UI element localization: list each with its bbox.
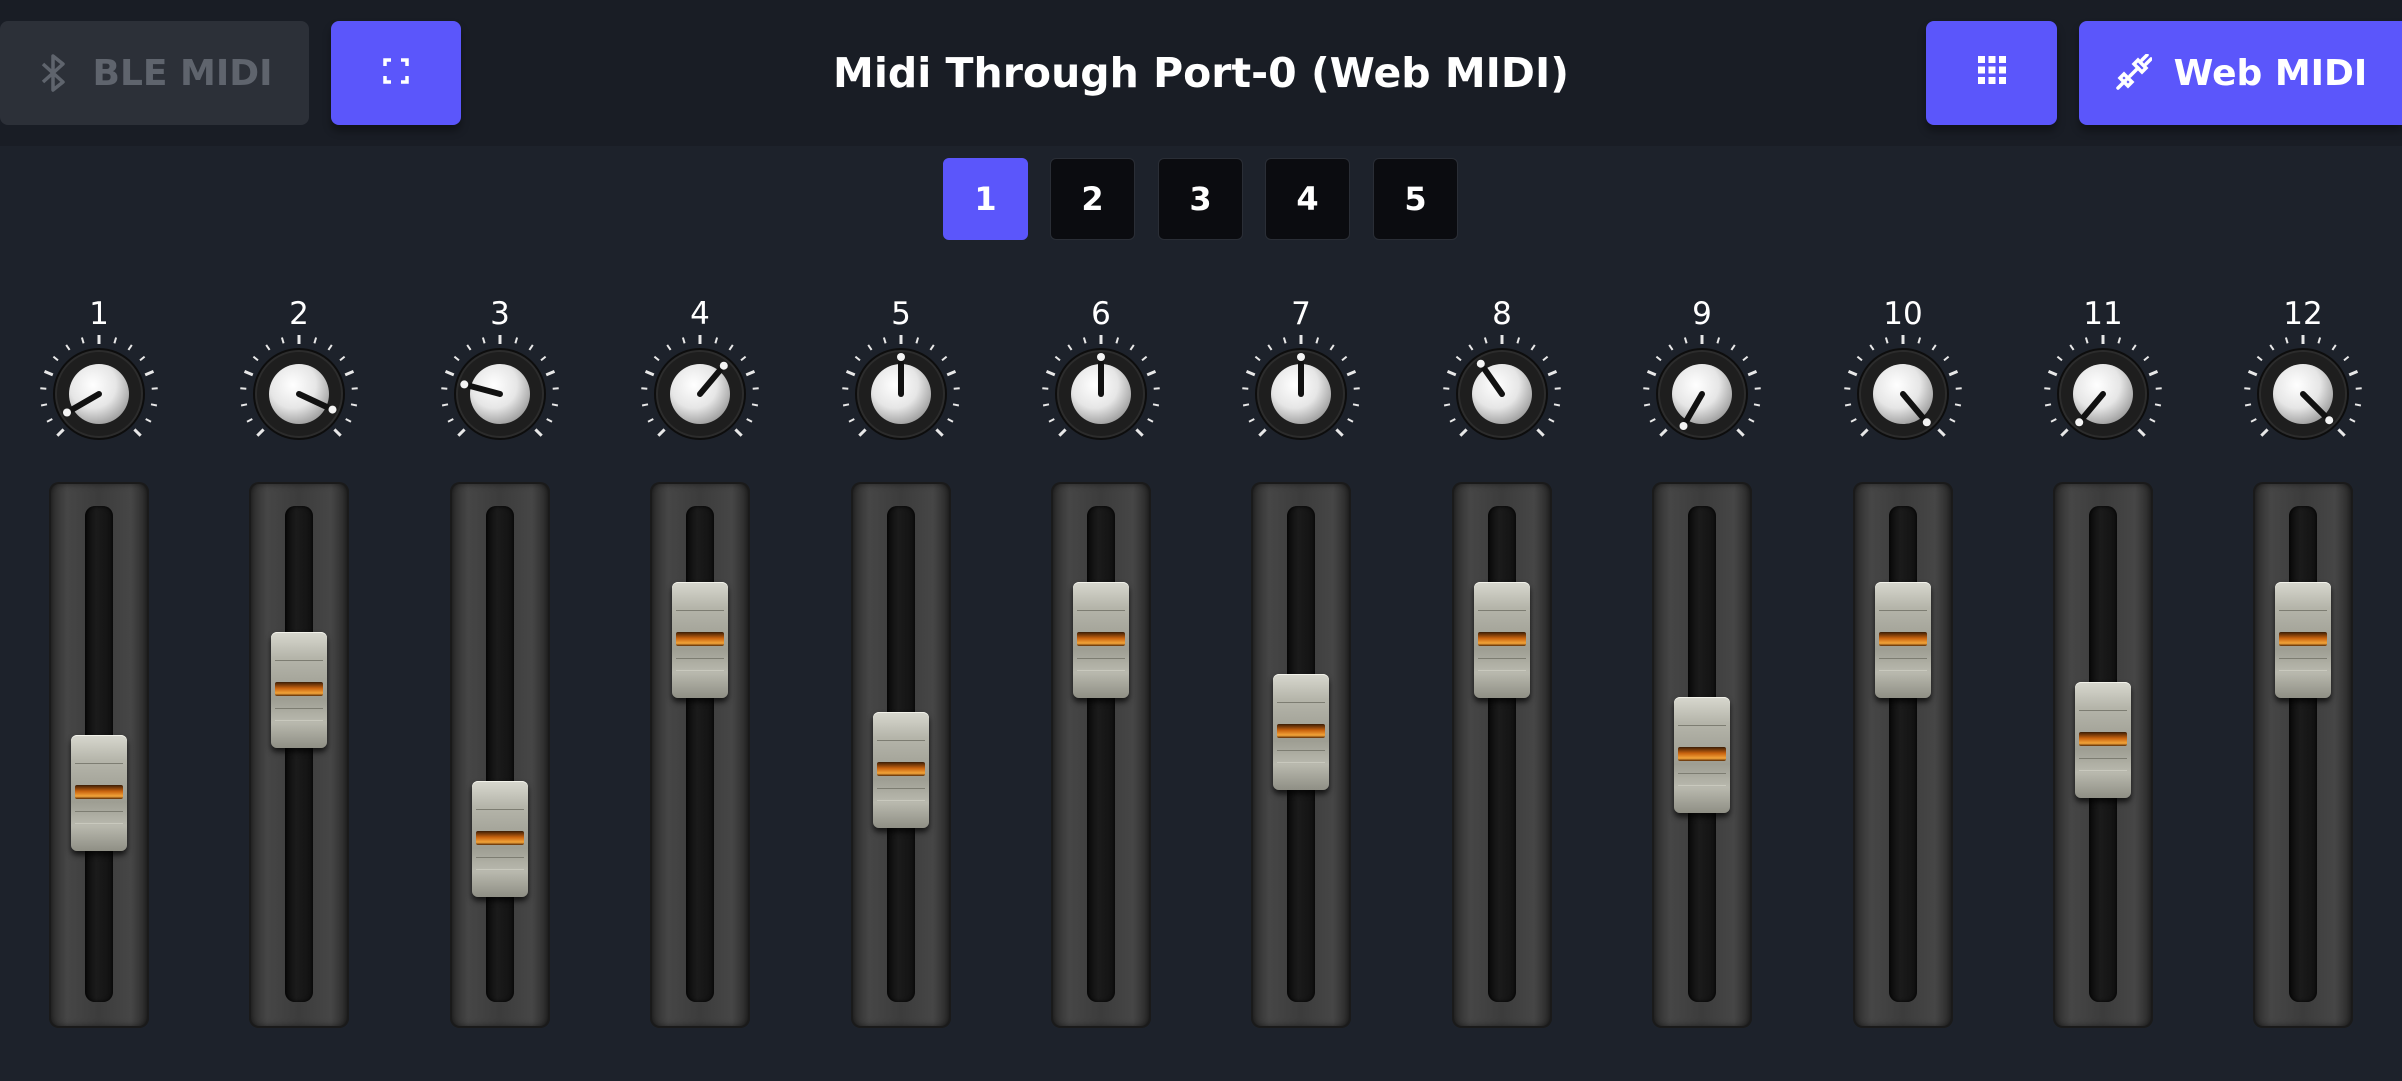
- channel-number: 1: [89, 296, 109, 332]
- fullscreen-icon: [382, 53, 410, 94]
- page-button-4[interactable]: 4: [1265, 158, 1350, 240]
- rotary-knob[interactable]: [2243, 334, 2363, 454]
- fader-track[interactable]: [1853, 482, 1953, 1028]
- fader-handle[interactable]: [672, 582, 728, 698]
- fader-handle[interactable]: [2275, 582, 2331, 698]
- page-button-1[interactable]: 1: [943, 158, 1028, 240]
- fader-slot: [686, 506, 714, 1002]
- ble-midi-label: BLE MIDI: [92, 52, 273, 94]
- channel-number: 12: [2283, 296, 2323, 332]
- rotary-knob[interactable]: [1041, 334, 1161, 454]
- fader-handle[interactable]: [1875, 582, 1931, 698]
- fader-track[interactable]: [851, 482, 951, 1028]
- channel-number: 8: [1492, 296, 1512, 332]
- channel-11: 11: [2043, 290, 2163, 1030]
- fader-track[interactable]: [49, 482, 149, 1028]
- channel-number: 3: [490, 296, 510, 332]
- rotary-knob[interactable]: [2043, 334, 2163, 454]
- rotary-knob[interactable]: [640, 334, 760, 454]
- channel-3: 3: [440, 290, 560, 1030]
- rotary-knob[interactable]: [239, 334, 359, 454]
- fader-handle[interactable]: [2075, 682, 2131, 798]
- grid-icon: [1977, 53, 2007, 94]
- fader-track[interactable]: [1251, 482, 1351, 1028]
- channel-5: 5: [841, 290, 961, 1030]
- fader-handle[interactable]: [1474, 582, 1530, 698]
- rotary-knob[interactable]: [841, 334, 961, 454]
- channel-12: 12: [2243, 290, 2363, 1030]
- page-label: 5: [1404, 180, 1427, 218]
- fader-slot: [1889, 506, 1917, 1002]
- channel-number: 5: [891, 296, 911, 332]
- fader-handle[interactable]: [71, 735, 127, 851]
- channel-2: 2: [239, 290, 359, 1030]
- channel-number: 9: [1692, 296, 1712, 332]
- fader-slot: [1087, 506, 1115, 1002]
- fader-track[interactable]: [2253, 482, 2353, 1028]
- rotary-knob[interactable]: [1442, 334, 1562, 454]
- web-midi-button[interactable]: Web MIDI: [2079, 21, 2402, 125]
- channel-9: 9: [1642, 290, 1762, 1030]
- fader-track[interactable]: [1051, 482, 1151, 1028]
- fader-slot: [1488, 506, 1516, 1002]
- rotary-knob[interactable]: [1241, 334, 1361, 454]
- fader-track[interactable]: [1452, 482, 1552, 1028]
- page-button-3[interactable]: 3: [1158, 158, 1243, 240]
- rotary-knob[interactable]: [39, 334, 159, 454]
- bluetooth-icon: [37, 53, 71, 93]
- grid-button[interactable]: [1926, 21, 2057, 125]
- fader-handle[interactable]: [1073, 582, 1129, 698]
- channel-1: 1: [39, 290, 159, 1030]
- fader-track[interactable]: [249, 482, 349, 1028]
- channel-7: 7: [1241, 290, 1361, 1030]
- channel-4: 4: [640, 290, 760, 1030]
- page-label: 3: [1189, 180, 1212, 218]
- fader-slot: [2289, 506, 2317, 1002]
- page-label: 1: [974, 180, 997, 218]
- fullscreen-button[interactable]: [331, 21, 461, 125]
- rotary-knob[interactable]: [440, 334, 560, 454]
- page-button-5[interactable]: 5: [1373, 158, 1458, 240]
- channel-number: 2: [289, 296, 309, 332]
- channel-number: 7: [1291, 296, 1311, 332]
- ble-midi-button[interactable]: BLE MIDI: [0, 21, 309, 125]
- fader-track[interactable]: [650, 482, 750, 1028]
- rotary-knob[interactable]: [1642, 334, 1762, 454]
- page-label: 4: [1296, 180, 1319, 218]
- rotary-knob[interactable]: [1843, 334, 1963, 454]
- fader-slot: [285, 506, 313, 1002]
- web-midi-label: Web MIDI: [2173, 52, 2368, 94]
- fader-handle[interactable]: [873, 712, 929, 828]
- channel-number: 11: [2083, 296, 2123, 332]
- fader-handle[interactable]: [1273, 674, 1329, 790]
- fader-handle[interactable]: [271, 632, 327, 748]
- fader-handle[interactable]: [1674, 697, 1730, 813]
- channel-number: 6: [1091, 296, 1111, 332]
- page-button-2[interactable]: 2: [1050, 158, 1135, 240]
- fader-slot: [486, 506, 514, 1002]
- channel-number: 10: [1883, 296, 1923, 332]
- page-label: 2: [1081, 180, 1104, 218]
- channel-6: 6: [1041, 290, 1161, 1030]
- channel-10: 10: [1843, 290, 1963, 1030]
- channel-8: 8: [1442, 290, 1562, 1030]
- fader-track[interactable]: [450, 482, 550, 1028]
- channel-number: 4: [690, 296, 710, 332]
- fader-track[interactable]: [1652, 482, 1752, 1028]
- midi-cable-icon: [2114, 54, 2152, 92]
- fader-track[interactable]: [2053, 482, 2153, 1028]
- fader-handle[interactable]: [472, 781, 528, 897]
